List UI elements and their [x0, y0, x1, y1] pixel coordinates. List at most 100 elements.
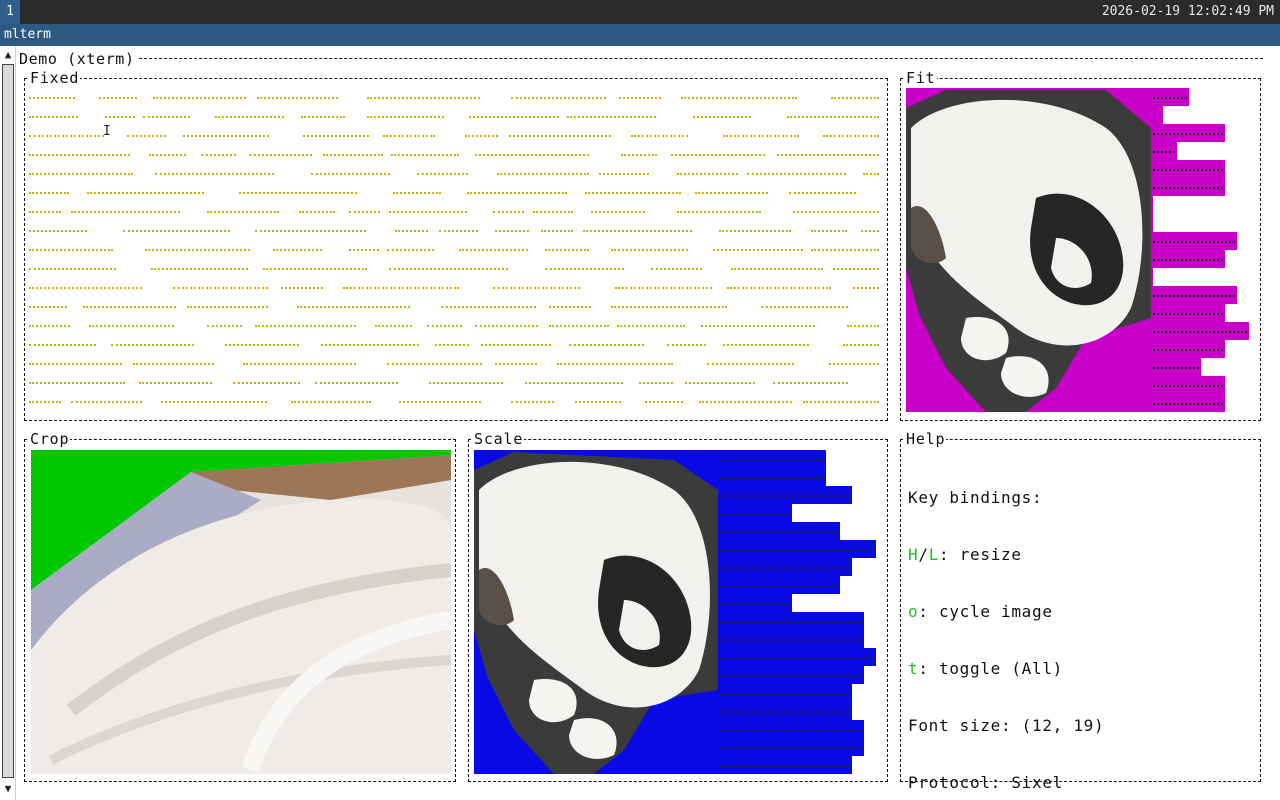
dot-segment: [207, 325, 242, 328]
dot-segment: [611, 306, 727, 309]
dot-segment: [667, 344, 706, 347]
dot-segment: [299, 211, 335, 214]
dot-segment: [847, 325, 879, 328]
dot-segment: [123, 230, 230, 233]
help-line-resize: H/L: resize: [908, 545, 1104, 564]
dot-segment: [829, 363, 879, 366]
dot-segment: [685, 382, 755, 385]
dot-segment: [151, 268, 248, 271]
dot-segment: [173, 287, 268, 290]
dot-segment: [389, 268, 508, 271]
dot-segment: [273, 249, 322, 252]
scroll-up-icon[interactable]: ▲: [2, 48, 14, 62]
workspace-tag[interactable]: 1: [0, 0, 20, 24]
dot-segment: [439, 230, 478, 233]
strip-dots: [720, 747, 862, 749]
dot-segment: [853, 287, 879, 290]
dot-segment: [29, 211, 61, 214]
strip-dots: [1153, 187, 1223, 189]
dot-segment: [465, 135, 498, 138]
dot-segment: [225, 344, 299, 347]
dot-segment: [495, 230, 529, 233]
dot-segment: [139, 382, 212, 385]
strip-row: [1151, 124, 1225, 142]
dot-segment: [29, 230, 87, 233]
dot-segment: [823, 135, 879, 138]
dot-segment: [747, 173, 846, 176]
dot-segment: [105, 116, 135, 119]
scroll-thumb[interactable]: [2, 64, 14, 778]
dot-segment: [239, 192, 357, 195]
strip-row: [1151, 178, 1225, 196]
dot-segment: [651, 268, 702, 271]
scroll-down-icon[interactable]: ▼: [2, 782, 14, 796]
dot-segment: [301, 116, 345, 119]
fixed-pane-title: Fixed: [29, 69, 81, 87]
dot-segment: [495, 363, 537, 366]
dot-segment: [459, 249, 528, 252]
dot-segment: [29, 173, 133, 176]
strip-dots: [720, 675, 862, 677]
strip-row: [1151, 286, 1237, 304]
dot-segment: [29, 382, 125, 385]
dot-segment: [773, 382, 848, 385]
dot-segment: [89, 325, 174, 328]
dot-segment: [525, 382, 623, 385]
scale-pane: Scale: [468, 430, 888, 782]
status-bar: 1 2026-02-19 12:02:49 PM: [0, 0, 1280, 24]
strip-row: [1151, 232, 1237, 250]
dot-segment: [599, 173, 649, 176]
dot-segment: [155, 173, 274, 176]
help-heading: Key bindings:: [908, 488, 1043, 507]
key-l: L: [928, 545, 940, 564]
terminal-scrollbar[interactable]: ▲ ▼: [0, 46, 16, 800]
dot-segment: [29, 116, 78, 119]
dot-segment: [511, 97, 606, 100]
cat-fur-photo-icon: [31, 450, 451, 774]
dot-segment: [475, 325, 538, 328]
dot-segment: [99, 97, 137, 100]
dot-segment: [533, 211, 573, 214]
dot-segment: [777, 154, 879, 157]
strip-row: [1151, 304, 1225, 322]
strip-row: [718, 702, 852, 720]
dot-segment: [831, 97, 879, 100]
fixed-image-placeholder: [29, 89, 883, 411]
cat-photo-icon: [906, 90, 1151, 412]
clock: 2026-02-19 12:02:49 PM: [1101, 4, 1274, 19]
dot-segment: [541, 230, 573, 233]
dot-segment: [677, 173, 738, 176]
strip-row: [718, 468, 826, 486]
strip-dots: [1153, 313, 1223, 315]
dot-segment: [161, 401, 267, 404]
strip-dots: [720, 621, 862, 623]
dot-segment: [395, 230, 428, 233]
dot-segment: [863, 173, 879, 176]
dot-segment: [255, 230, 366, 233]
dot-segment: [29, 97, 75, 100]
strip-dots: [1153, 133, 1223, 135]
dot-segment: [29, 249, 113, 252]
window-title-bar[interactable]: mlterm: [0, 24, 1280, 46]
strip-dots: [720, 549, 874, 551]
dot-segment: [29, 268, 116, 271]
strip-row: [718, 486, 852, 504]
dot-segment: [349, 249, 379, 252]
dot-segment: [723, 344, 809, 347]
dot-segment: [255, 325, 356, 328]
dot-segment: [861, 230, 879, 233]
strip-dots: [720, 729, 862, 731]
strip-row: [1151, 106, 1163, 124]
dot-segment: [303, 135, 369, 138]
dot-segment: [257, 97, 338, 100]
terminal-area[interactable]: Demo (xterm) Fixed I Fit Crop Scale Help…: [17, 46, 1280, 800]
dot-segment: [509, 135, 611, 138]
dot-segment: [387, 249, 434, 252]
dot-segment: [29, 287, 142, 290]
dot-segment: [127, 135, 166, 138]
dot-segment: [393, 192, 441, 195]
strip-row: [1151, 394, 1225, 412]
strip-dots: [1153, 97, 1187, 99]
strip-dots: [1153, 295, 1235, 297]
strip-row: [718, 756, 852, 774]
